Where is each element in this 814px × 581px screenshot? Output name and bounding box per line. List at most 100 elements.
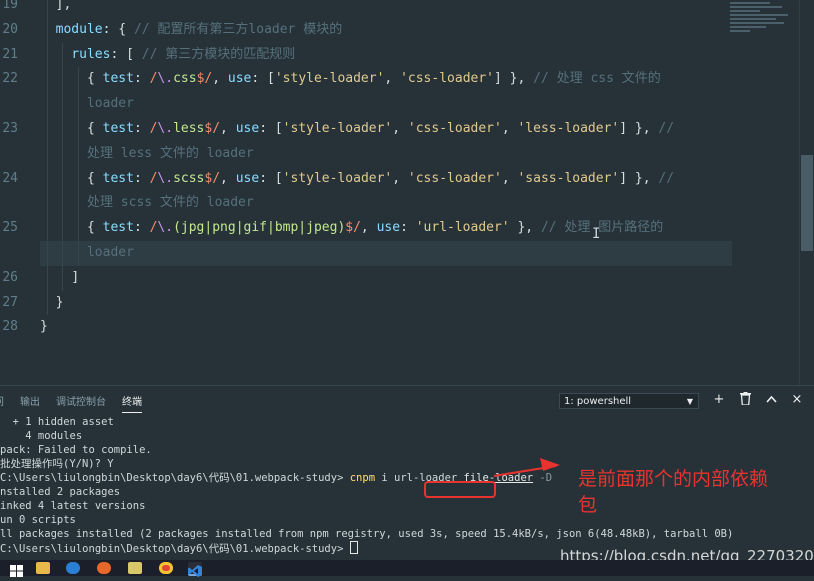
code-line-22[interactable]: { test: /\.css$/, use: ['style-loader', … xyxy=(40,67,800,93)
indent-guide xyxy=(46,265,48,291)
code-line-wrap[interactable]: 处理 less 文件的 loader xyxy=(40,141,800,167)
terminal-selector-value: 1: powershell xyxy=(564,396,632,407)
code-token: // 处理 图片路径的 xyxy=(540,220,664,236)
code-editor[interactable]: 19 20 21 22 23 24 25 26 27 28 ], module: { // 配置所… xyxy=(0,0,814,385)
code-line-21[interactable]: rules: [ // 第三方模块的匹配规则 xyxy=(40,42,800,68)
code-line-20[interactable]: module: { // 配置所有第三方loader 模块的 xyxy=(40,17,800,43)
indent-guide xyxy=(77,67,79,93)
code-token: 'sass-loader' xyxy=(517,170,620,186)
panel-tab[interactable]: 输出 xyxy=(20,394,40,412)
editor-vertical-scrollbar[interactable] xyxy=(799,0,814,385)
terminal-text: C:\Users\liulongbin\Desktop\day6\代码\01.w… xyxy=(0,472,350,484)
terminal-text: 4 modules xyxy=(0,430,83,442)
vscode-icon[interactable] xyxy=(188,562,202,577)
indent-guide xyxy=(46,216,48,241)
indent-guide xyxy=(46,67,48,93)
code-token: 'css-loader' xyxy=(400,71,494,87)
code-token: : [ xyxy=(259,120,283,136)
code-line-wrap[interactable]: 处理 scss 文件的 loader xyxy=(40,191,800,217)
code-token: { xyxy=(86,120,103,136)
code-line-27[interactable]: } xyxy=(40,290,800,316)
code-token: : [ xyxy=(259,170,283,186)
maximize-chevron-up-icon[interactable] xyxy=(763,392,779,408)
indent-guide xyxy=(62,240,64,266)
terminal-line: pack: Failed to compile. xyxy=(0,443,814,457)
code-token: test xyxy=(102,71,134,87)
code-token: 'css-loader' xyxy=(407,120,502,136)
code-token: \. xyxy=(157,170,174,186)
code-token: : [ xyxy=(251,71,275,87)
code-token: (jpg|png|gif|bmp|jpeg) xyxy=(173,220,346,236)
code-line-25[interactable]: { test: /\.(jpg|png|gif|bmp|jpeg)$/, use… xyxy=(40,216,800,241)
panel-tab[interactable]: 问 xyxy=(0,394,4,412)
code-line-28[interactable]: } xyxy=(40,315,800,340)
terminal-line: 4 modules xyxy=(0,429,814,443)
code-line-26[interactable]: ] xyxy=(40,265,800,291)
terminal-text: pack: Failed to compile. xyxy=(0,444,152,456)
terminal-selector-dropdown[interactable]: 1: powershell ▼ xyxy=(559,393,699,409)
code-token: use xyxy=(227,71,252,87)
line-number: 27 xyxy=(2,294,18,310)
code-token: test xyxy=(102,170,134,186)
code-token: 'less-loader' xyxy=(517,120,620,136)
panel-tab[interactable]: 终端 xyxy=(122,394,142,413)
code-line-24[interactable]: { test: /\.scss$/, use: ['style-loader',… xyxy=(40,166,800,192)
line-number: 19 xyxy=(2,0,18,12)
minimap[interactable] xyxy=(730,0,792,44)
code-token: $/ xyxy=(196,71,213,87)
code-token: , xyxy=(392,170,408,186)
code-token: , xyxy=(501,120,518,136)
indent-guide xyxy=(62,92,64,117)
code-token: : { xyxy=(102,21,134,37)
indent-guide xyxy=(62,42,64,68)
code-token: , xyxy=(212,71,228,87)
code-line-wrap[interactable]: loader xyxy=(40,240,732,266)
terminal-text: -D xyxy=(533,472,553,484)
paint-icon[interactable] xyxy=(128,562,142,574)
code-token: \. xyxy=(157,220,174,236)
browser-edge-icon[interactable] xyxy=(66,562,80,574)
indent-guide xyxy=(46,191,48,217)
code-token: 'css-loader' xyxy=(407,170,502,186)
code-area[interactable]: ], module: { // 配置所有第三方loader 模块的 rules:… xyxy=(40,0,800,340)
terminal-line: + 1 hidden asset xyxy=(0,415,814,429)
code-line-19[interactable]: ], xyxy=(40,0,800,18)
indent-guide xyxy=(46,92,48,117)
file-explorer-icon[interactable] xyxy=(36,562,50,574)
code-token: { xyxy=(86,71,103,87)
chrome-icon[interactable] xyxy=(159,562,173,574)
indent-guide xyxy=(62,191,64,217)
panel-tab[interactable]: 调试控制台 xyxy=(56,394,106,412)
trash-icon[interactable] xyxy=(737,392,753,408)
editor-scrollbar-thumb[interactable] xyxy=(801,155,813,251)
annotation-text: 是前面那个的内部依赖 包 xyxy=(578,466,798,518)
code-token: ], xyxy=(55,0,72,12)
code-token: { xyxy=(86,220,103,236)
code-line-wrap[interactable]: loader xyxy=(40,92,800,117)
windows-start-icon[interactable] xyxy=(10,562,24,577)
indent-guide xyxy=(46,240,48,266)
code-token: 处理 less 文件的 loader xyxy=(86,145,254,161)
code-token: , xyxy=(220,170,236,186)
code-token: : xyxy=(133,71,150,87)
text-cursor-ibeam-icon: I xyxy=(592,226,601,242)
line-number: 25 xyxy=(2,220,18,236)
code-token: rules xyxy=(71,46,111,62)
code-token: : xyxy=(133,120,150,136)
line-number: 20 xyxy=(2,21,18,37)
terminal-text: file-loader xyxy=(463,472,534,484)
code-token: // 配置所有第三方loader 模块的 xyxy=(133,21,343,37)
line-number: 21 xyxy=(2,46,18,62)
firefox-icon[interactable] xyxy=(97,562,111,574)
code-token: // 处理 css 文件的 xyxy=(533,71,661,87)
code-token: ] xyxy=(71,269,80,285)
code-line-23[interactable]: { test: /\.less$/, use: ['style-loader',… xyxy=(40,116,800,142)
new-terminal-plus-icon[interactable]: + xyxy=(711,392,727,408)
close-panel-icon[interactable]: × xyxy=(789,392,805,408)
code-token: : xyxy=(133,170,150,186)
